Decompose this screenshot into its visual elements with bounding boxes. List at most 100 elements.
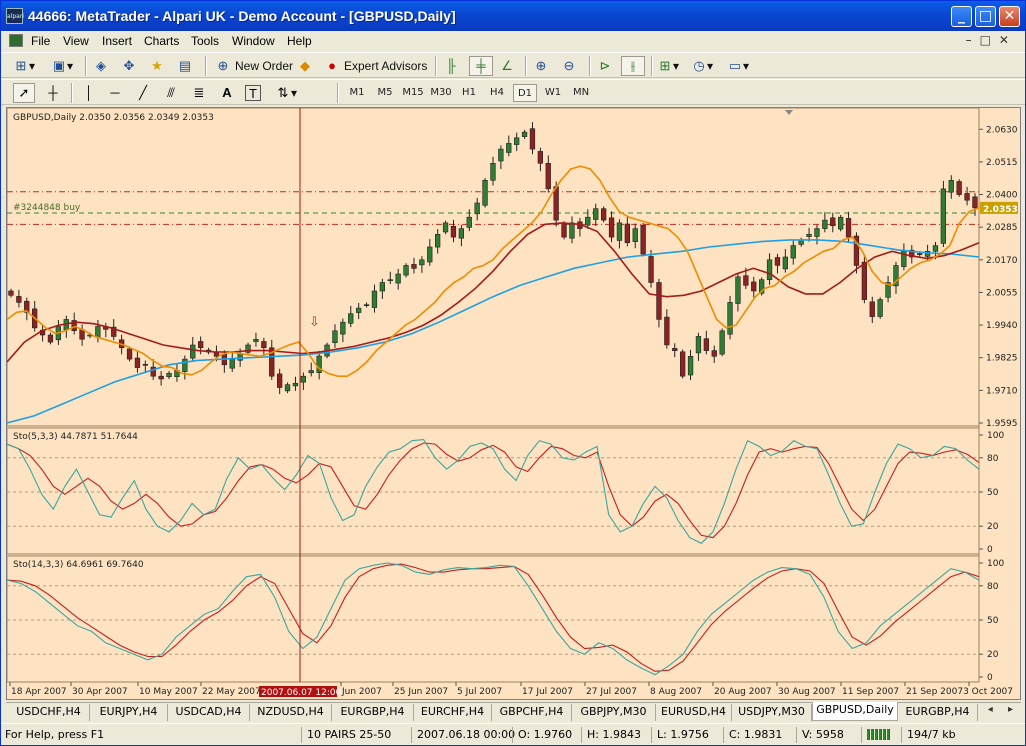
stochastic-14-3-3-tick-label: 100 <box>987 559 1004 569</box>
trendline-icon: ╱ <box>139 85 147 100</box>
chart-shift-icon: ⫲ <box>630 58 636 73</box>
equidistant-channel-button[interactable]: ⫻ <box>163 83 179 103</box>
candle-body <box>276 373 283 388</box>
title-bar[interactable]: alpari 44666: MetaTrader - Alpari UK - D… <box>1 1 1025 31</box>
autoscroll-button[interactable]: ⊳ <box>597 56 613 76</box>
arrows-button[interactable]: ⇅ ▾ <box>275 83 297 103</box>
market-watch-icon: ◈ <box>96 58 106 73</box>
chart-tab-eurgbp-h4[interactable]: EURGBP,H4 <box>898 704 978 721</box>
terminal-icon: ▤ <box>178 58 192 73</box>
candle-body <box>371 290 378 308</box>
chart-tab-gbpusd-daily[interactable]: GBPUSD,Daily <box>812 702 898 721</box>
templates-button[interactable]: ▭ ▾ <box>727 56 749 76</box>
current-price-label: 2.0353 <box>983 205 1018 215</box>
expert-advisors-button[interactable]: ● Expert Advisors <box>324 56 427 76</box>
indicators-button[interactable]: ⊞ ▾ <box>657 56 679 76</box>
candle-body <box>379 282 385 292</box>
chart-tab-usdchf-h4[interactable]: USDCHF,H4 <box>8 704 90 721</box>
chart-shift-button[interactable]: ⫲ <box>621 56 645 76</box>
candle-body <box>932 245 939 252</box>
crosshair-button[interactable]: ┼ <box>45 83 61 103</box>
minimize-button[interactable]: _ <box>951 6 972 27</box>
stochastic-14-3-3-label: Sto(14,3,3) 64.6961 69.7640 <box>13 560 144 570</box>
candle-body <box>253 339 259 342</box>
timeframe-m1[interactable]: M1 <box>345 84 369 102</box>
chart-tab-usdjpy-m30[interactable]: USDJPY,M30 <box>732 704 812 721</box>
profiles-button[interactable]: ▣ ▾ <box>51 56 73 76</box>
stochastic-5-3-3-tick-label: 50 <box>987 488 999 498</box>
timeframe-mn[interactable]: MN <box>569 84 593 102</box>
candle-body <box>340 321 346 335</box>
horizontal-line-button[interactable]: ─ <box>107 83 123 103</box>
candle-body <box>916 253 923 255</box>
bar-chart-button[interactable]: ╟ <box>443 56 459 76</box>
stochastic-5-3-3-tick-label: 80 <box>987 454 999 464</box>
status-profile: 10 PAIRS 25-50 <box>301 727 391 743</box>
market-watch-button[interactable]: ◈ <box>93 56 109 76</box>
candle-body <box>672 348 678 351</box>
terminal-button[interactable]: ▤ <box>177 56 193 76</box>
date-label: 3 Oct 2007 <box>963 687 1013 697</box>
menu-insert[interactable]: Insert <box>102 34 132 48</box>
candle-body <box>134 357 141 368</box>
menu-tools[interactable]: Tools <box>191 34 219 48</box>
text-button[interactable]: A <box>219 83 235 103</box>
connection-indicator-icon <box>861 727 901 743</box>
main-chart-label: GBPUSD,Daily 2.0350 2.0356 2.0349 2.0353 <box>13 113 214 123</box>
periods-button[interactable]: ◷ ▾ <box>691 56 713 76</box>
fibonacci-button[interactable]: ≣ <box>191 83 207 103</box>
chart-tab-eurgbp-h4[interactable]: EURGBP,H4 <box>332 704 414 721</box>
chart-tab-gbpjpy-m30[interactable]: GBPJPY,M30 <box>572 704 656 721</box>
tab-scroll-arrows[interactable]: ◂ ▸ <box>988 704 1019 715</box>
line-chart-button[interactable]: ∠ <box>499 56 515 76</box>
timeframe-m5[interactable]: M5 <box>373 84 397 102</box>
new-chart-button[interactable]: ⊞ ▾ <box>13 56 35 76</box>
candle-body <box>403 265 409 276</box>
timeframe-h1[interactable]: H1 <box>457 84 481 102</box>
candle-body <box>964 193 970 201</box>
menu-window[interactable]: Window <box>232 34 275 48</box>
chart-tab-eurjpy-h4[interactable]: EURJPY,H4 <box>90 704 168 721</box>
stochastic-14-3-3-tick-label: 20 <box>987 650 999 660</box>
gbpusd-chart[interactable]: 2.0630 2.0515 2.0400 2.0285 2.0170 2.0055 1.99… <box>7 108 1020 699</box>
chart-area[interactable]: 2.0630 2.0515 2.0400 2.0285 2.0170 2.0055 1.99… <box>6 107 1021 700</box>
chart-tab-gbpchf-h4[interactable]: GBPCHF,H4 <box>492 704 572 721</box>
text-icon: A <box>222 85 232 100</box>
timeframe-h4[interactable]: H4 <box>485 84 509 102</box>
chart-tab-nzdusd-h4[interactable]: NZDUSD,H4 <box>250 704 332 721</box>
zoom-in-button[interactable]: ⊕ <box>533 56 549 76</box>
vertical-line-button[interactable]: │ <box>81 83 97 103</box>
candle-body <box>411 264 417 269</box>
mdi-window-controls[interactable]: –□✕ <box>966 33 1017 47</box>
timeframe-m15[interactable]: M15 <box>401 84 425 102</box>
menu-charts[interactable]: Charts <box>144 34 179 48</box>
chart-tab-eurusd-h4[interactable]: EURUSD,H4 <box>656 704 732 721</box>
candle-body <box>300 375 306 383</box>
timeframe-m30[interactable]: M30 <box>429 84 453 102</box>
candle-body <box>608 217 615 238</box>
candle-body <box>434 234 441 248</box>
chart-tab-eurchf-h4[interactable]: EURCHF,H4 <box>414 704 492 721</box>
stochastic-5-3-3-tick-label: 20 <box>987 522 999 532</box>
status-close: C: 1.9831 <box>723 727 782 743</box>
close-button[interactable]: ✕ <box>999 6 1020 27</box>
cursor-button[interactable]: ➚ <box>13 83 35 103</box>
metaeditor-button[interactable]: ◆ <box>297 56 313 76</box>
new-order-button[interactable]: ⊕ New Order <box>215 56 293 76</box>
candlestick-button[interactable]: ╪ <box>469 56 493 76</box>
trendline-button[interactable]: ╱ <box>135 83 151 103</box>
menu-file[interactable]: File <box>31 34 50 48</box>
menu-view[interactable]: View <box>63 34 89 48</box>
timeframe-w1[interactable]: W1 <box>541 84 565 102</box>
chart-tab-usdcad-h4[interactable]: USDCAD,H4 <box>168 704 250 721</box>
zoom-out-button[interactable]: ⊖ <box>561 56 577 76</box>
maximize-button[interactable]: □ <box>975 6 996 27</box>
candle-body <box>830 217 836 227</box>
candle-body <box>648 256 654 283</box>
text-label-button[interactable]: T <box>245 83 261 103</box>
navigator-button[interactable]: ✥ <box>121 56 137 76</box>
favorites-button[interactable]: ★ <box>149 56 165 76</box>
date-label: 5 Jul 2007 <box>457 687 502 697</box>
timeframe-d1[interactable]: D1 <box>513 84 537 102</box>
menu-help[interactable]: Help <box>287 34 312 48</box>
